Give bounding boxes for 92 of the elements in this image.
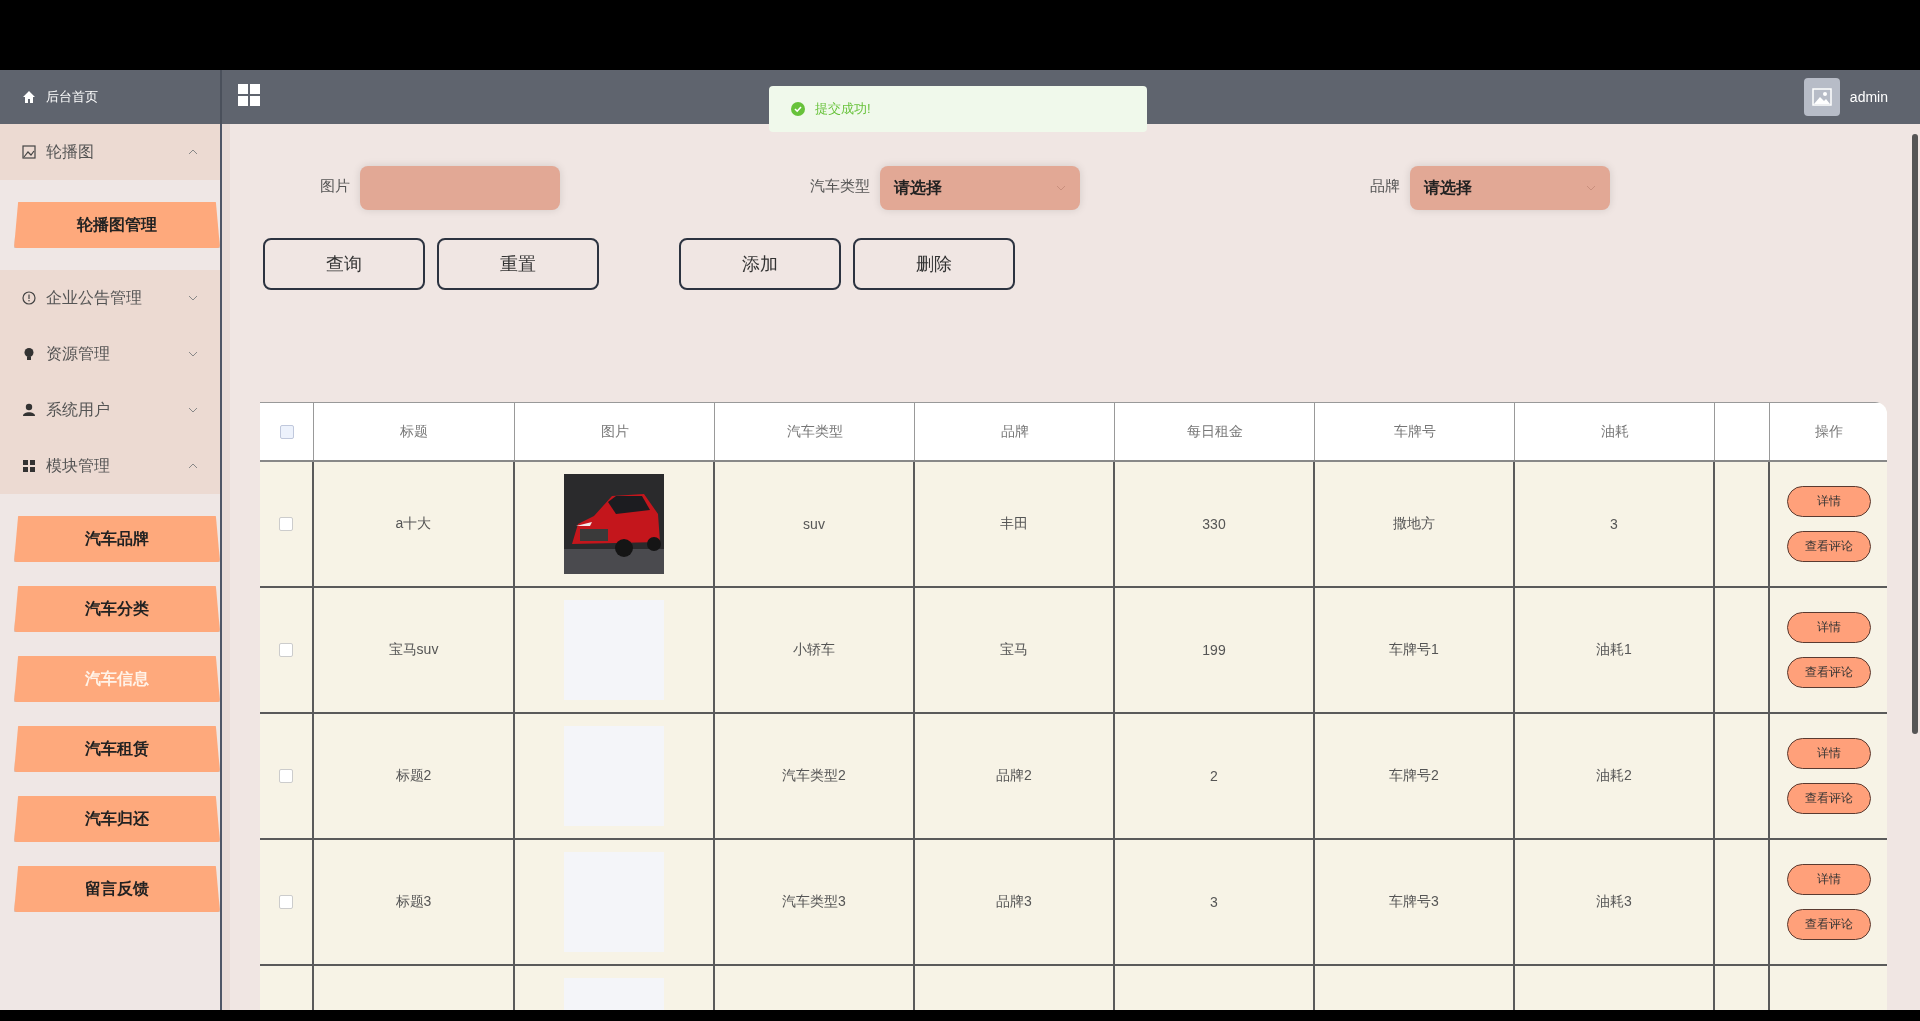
row-action-button[interactable]: 详情 bbox=[1786, 864, 1871, 895]
select-field[interactable]: 请选择 bbox=[880, 166, 1080, 210]
table-cell: a十大 bbox=[395, 515, 432, 533]
image-icon bbox=[22, 145, 36, 159]
image-icon bbox=[1811, 88, 1832, 106]
table-cell: 汽车类型3 bbox=[782, 893, 846, 911]
menu-group[interactable]: 企业公告管理 bbox=[0, 270, 220, 326]
row-action-button[interactable]: 详情 bbox=[1786, 612, 1871, 643]
table-cell: 油耗1 bbox=[1596, 641, 1632, 659]
row-checkbox[interactable] bbox=[279, 895, 293, 909]
home-link[interactable]: 后台首页 bbox=[46, 88, 98, 106]
collapse-icon bbox=[188, 149, 198, 155]
table-cell: 标题3 bbox=[395, 893, 432, 911]
table-cell: suv bbox=[803, 516, 825, 532]
table-cell: 丰田 bbox=[1000, 515, 1028, 533]
row-checkbox[interactable] bbox=[279, 517, 293, 531]
expand-icon bbox=[188, 295, 198, 301]
menu-item[interactable]: 留言反馈 bbox=[14, 866, 220, 912]
toast-message: 提交成功! bbox=[815, 100, 871, 118]
row-action-button[interactable]: 查看评论 bbox=[1786, 531, 1871, 562]
menu-item[interactable]: 汽车品牌 bbox=[14, 516, 220, 562]
table-cell: 品牌3 bbox=[996, 893, 1032, 911]
action-button[interactable]: 重置 bbox=[437, 238, 599, 290]
expand-icon bbox=[188, 351, 198, 357]
caret-icon bbox=[1586, 185, 1596, 191]
table-cell: 3 bbox=[1210, 894, 1218, 910]
menu-group-label: 资源管理 bbox=[46, 343, 111, 364]
menu-group-label: 模块管理 bbox=[46, 455, 111, 476]
caret-icon bbox=[1056, 185, 1066, 191]
input-field[interactable] bbox=[360, 166, 560, 210]
row-action-button[interactable]: 详情 bbox=[1786, 486, 1871, 517]
menu-group[interactable]: 轮播图 bbox=[0, 124, 220, 180]
user-name[interactable]: admin bbox=[1849, 89, 1888, 105]
collapse-icon bbox=[188, 463, 198, 469]
grid-icon bbox=[22, 459, 36, 473]
menu-group-label: 系统用户 bbox=[46, 399, 111, 420]
column-header: 每日租金 bbox=[1186, 422, 1243, 441]
table-cell: 3 bbox=[1610, 516, 1618, 532]
action-button[interactable]: 删除 bbox=[853, 238, 1015, 290]
check-icon bbox=[791, 102, 805, 116]
table-cell: 宝马suv bbox=[388, 641, 439, 659]
table-cell: 标题2 bbox=[395, 767, 432, 785]
column-header: 图片 bbox=[600, 422, 629, 441]
bulb-icon bbox=[22, 347, 36, 361]
row-checkbox[interactable] bbox=[279, 769, 293, 783]
menu-group[interactable]: 模块管理 bbox=[0, 438, 220, 494]
column-header: 品牌 bbox=[1000, 422, 1029, 441]
menu-group[interactable]: 资源管理 bbox=[0, 326, 220, 382]
table-cell: 油耗2 bbox=[1596, 767, 1632, 785]
action-button[interactable]: 添加 bbox=[679, 238, 841, 290]
row-checkbox[interactable] bbox=[279, 643, 293, 657]
table-cell: 199 bbox=[1202, 642, 1226, 658]
avatar[interactable] bbox=[1803, 78, 1840, 116]
table-cell: 车牌号3 bbox=[1389, 893, 1439, 911]
table-cell: 油耗3 bbox=[1596, 893, 1632, 911]
table-cell: 车牌号1 bbox=[1389, 641, 1439, 659]
table-cell: 宝马 bbox=[1000, 641, 1028, 659]
filter-label: 品牌 bbox=[1370, 176, 1400, 196]
row-action-button[interactable]: 查看评论 bbox=[1786, 783, 1871, 814]
select-field[interactable]: 请选择 bbox=[1410, 166, 1610, 210]
info-icon bbox=[22, 291, 36, 305]
row-action-button[interactable]: 查看评论 bbox=[1786, 909, 1871, 940]
row-action-button[interactable]: 详情 bbox=[1786, 738, 1871, 769]
filter-label: 汽车类型 bbox=[810, 176, 870, 196]
row-action-button[interactable]: 查看评论 bbox=[1786, 657, 1871, 688]
column-header: 标题 bbox=[400, 422, 428, 441]
table-cell: 汽车类型2 bbox=[782, 767, 846, 785]
expand-icon bbox=[188, 407, 198, 413]
column-header: 车牌号 bbox=[1393, 422, 1436, 441]
table-cell: 撒地方 bbox=[1393, 515, 1435, 533]
table-cell: 小轿车 bbox=[793, 641, 835, 659]
table-cell: 车牌号2 bbox=[1389, 767, 1439, 785]
menu-item[interactable]: 汽车归还 bbox=[14, 796, 220, 842]
menu-item[interactable]: 汽车租赁 bbox=[14, 726, 220, 772]
menu-item[interactable]: 轮播图管理 bbox=[14, 202, 220, 248]
menu-icon bbox=[238, 84, 260, 106]
table-cell: 2 bbox=[1210, 768, 1218, 784]
table-cell: 品牌2 bbox=[996, 767, 1032, 785]
column-header: 汽车类型 bbox=[786, 422, 843, 441]
select-all-checkbox[interactable] bbox=[279, 424, 294, 439]
column-header: 操作 bbox=[1814, 422, 1843, 441]
menu-item[interactable]: 汽车分类 bbox=[14, 586, 220, 632]
table-cell: 330 bbox=[1202, 516, 1226, 532]
menu-group[interactable]: 系统用户 bbox=[0, 382, 220, 438]
menu-group-label: 企业公告管理 bbox=[46, 287, 143, 308]
scrollbar-thumb[interactable] bbox=[1912, 134, 1918, 734]
home-icon bbox=[22, 90, 36, 104]
action-button[interactable]: 查询 bbox=[263, 238, 425, 290]
filter-label: 图片 bbox=[320, 176, 350, 196]
menu-group-label: 轮播图 bbox=[46, 141, 95, 162]
user-icon bbox=[22, 403, 36, 417]
column-header: 油耗 bbox=[1600, 422, 1629, 441]
